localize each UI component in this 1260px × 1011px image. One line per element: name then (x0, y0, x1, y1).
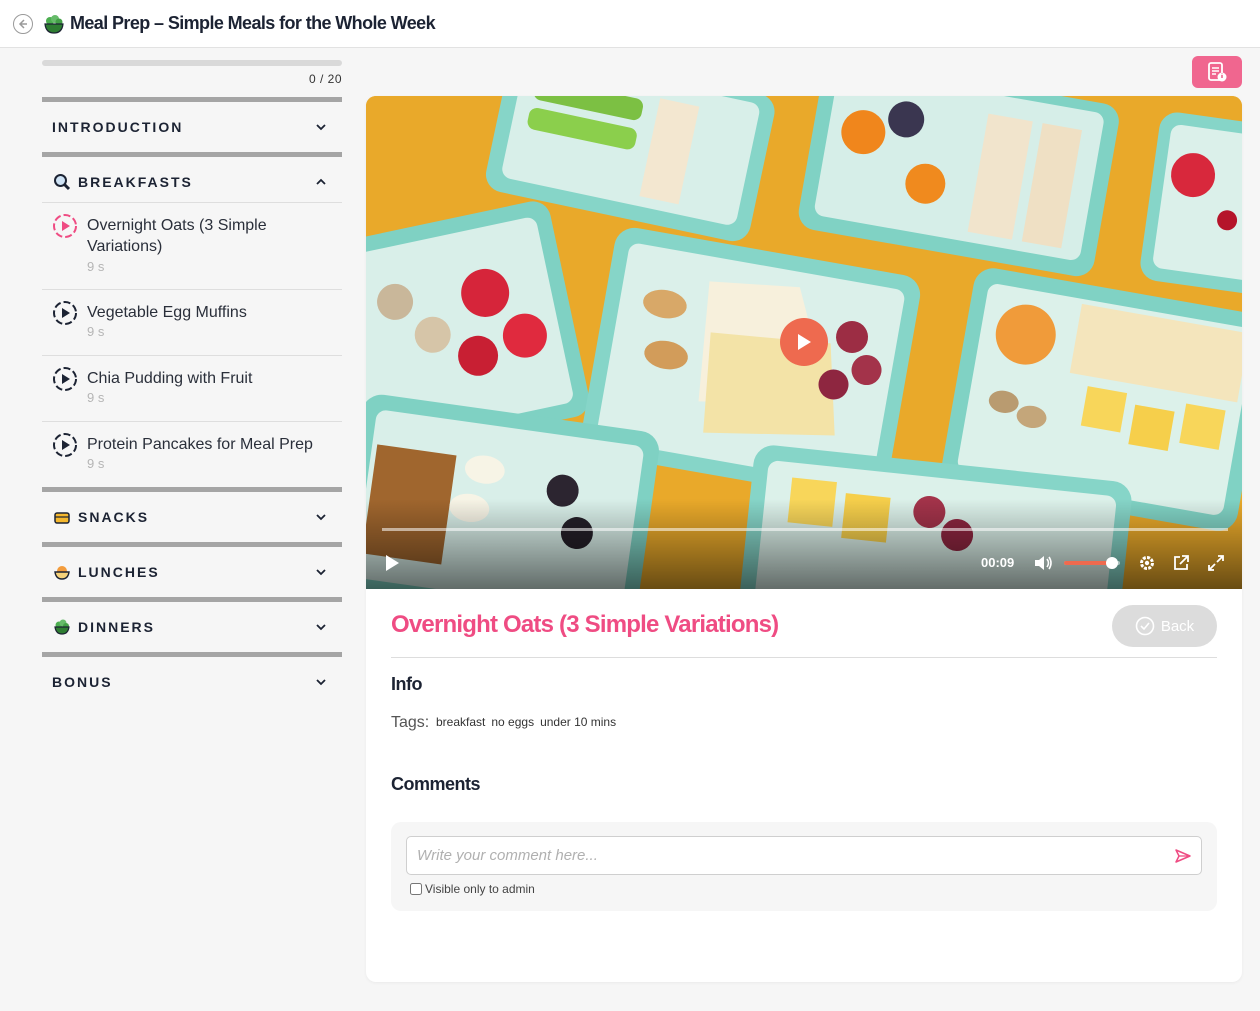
lunchbox-icon (52, 507, 72, 527)
course-progress-bar (42, 60, 342, 66)
big-play-button[interactable] (780, 318, 828, 366)
chevron-down-icon (316, 679, 326, 686)
section-title: BONUS (52, 674, 113, 690)
chevron-down-icon (316, 514, 326, 521)
section-lunches: LUNCHES (42, 542, 342, 597)
play-icon (386, 555, 399, 571)
chevron-down-icon (316, 124, 326, 131)
salad-bowl-icon (52, 617, 72, 637)
section-header-snacks[interactable]: SNACKS (42, 492, 342, 542)
play-button[interactable] (383, 551, 401, 575)
section-header-dinners[interactable]: DINNERS (42, 602, 342, 652)
volume-button[interactable] (1032, 551, 1054, 575)
lesson-duration: 9 s (87, 259, 105, 274)
volume-icon (1035, 556, 1052, 570)
section-header-introduction[interactable]: INTRODUCTION (42, 102, 342, 152)
lesson-title: Vegetable Egg Muffins (87, 304, 247, 321)
notes-info-icon (1208, 62, 1227, 82)
settings-button[interactable] (1137, 551, 1157, 575)
video-player[interactable]: 00:09 (366, 96, 1242, 589)
volume-knob[interactable] (1105, 557, 1118, 569)
popout-button[interactable] (1171, 551, 1191, 575)
lesson-title: Protein Pancakes for Meal Prep (87, 436, 313, 453)
video-time: 00:09 (981, 555, 1015, 570)
play-progress-icon (53, 433, 77, 457)
section-title: SNACKS (78, 509, 150, 525)
magnifier-icon (52, 172, 72, 192)
expand-icon (1208, 555, 1224, 571)
lesson-heading: Overnight Oats (3 Simple Variations) (391, 611, 779, 638)
lesson-item-protein-pancakes[interactable]: Protein Pancakes for Meal Prep 9 s (42, 421, 342, 487)
bowl-icon (52, 562, 72, 582)
section-header-bonus[interactable]: BONUS (42, 657, 342, 707)
section-header-breakfasts[interactable]: BREAKFASTS (42, 157, 342, 207)
visible-only-admin-option[interactable]: Visible only to admin (410, 882, 535, 896)
tag-list: breakfast no eggs under 10 mins (436, 715, 616, 729)
back-button[interactable]: Back (1112, 605, 1217, 647)
volume-fill (1064, 561, 1112, 565)
lesson-item-egg-muffins[interactable]: Vegetable Egg Muffins 9 s (42, 289, 342, 355)
tags-label: Tags: (391, 714, 430, 731)
lesson-notes-button[interactable] (1192, 56, 1242, 88)
page-title: Meal Prep – Simple Meals for the Whole W… (70, 13, 436, 33)
lesson-duration: 9 s (87, 456, 105, 471)
comment-form: Visible only to admin (391, 822, 1217, 911)
section-breakfasts: BREAKFASTS (42, 152, 342, 207)
play-progress-icon (53, 367, 77, 391)
video-seek-bar[interactable] (382, 528, 1228, 531)
video-controls-gradient (366, 499, 1242, 589)
divider (391, 657, 1217, 658)
lesson-title: Chia Pudding with Fruit (87, 370, 253, 387)
section-dinners: DINNERS (42, 597, 342, 652)
section-title: DINNERS (78, 619, 156, 635)
chevron-up-icon (316, 178, 326, 185)
progress-count: 0 / 20 (308, 72, 342, 86)
section-bonus: BONUS (42, 652, 342, 707)
salad-bowl-icon (43, 13, 65, 35)
back-button-label: Back (1160, 617, 1195, 635)
tag[interactable]: under 10 mins (540, 715, 616, 729)
check-circle-icon (1135, 616, 1155, 636)
play-progress-icon (53, 214, 77, 238)
comments-heading: Comments (391, 774, 481, 794)
external-link-icon (1174, 555, 1189, 570)
send-icon[interactable] (1174, 847, 1192, 865)
gear-icon (1140, 556, 1154, 570)
info-heading: Info (391, 674, 423, 694)
comment-input[interactable] (406, 836, 1202, 875)
section-title: INTRODUCTION (52, 119, 184, 135)
section-title: LUNCHES (78, 564, 160, 580)
section-snacks: SNACKS (42, 487, 342, 542)
tag[interactable]: breakfast (436, 715, 485, 729)
section-header-lunches[interactable]: LUNCHES (42, 547, 342, 597)
section-title: BREAKFASTS (78, 174, 193, 190)
play-progress-icon (53, 301, 77, 325)
chevron-down-icon (316, 624, 326, 631)
play-icon (798, 334, 811, 350)
visible-only-admin-checkbox[interactable] (410, 883, 422, 895)
lesson-duration: 9 s (87, 324, 105, 339)
tag[interactable]: no eggs (491, 715, 534, 729)
fullscreen-button[interactable] (1206, 551, 1226, 575)
lesson-card: 00:09 Overnight Oats (3 Simple Variation… (366, 96, 1242, 982)
chevron-down-icon (316, 569, 326, 576)
back-arrow-icon[interactable] (13, 14, 33, 34)
lesson-title: Overnight Oats (3 Simple Variations) (87, 217, 267, 255)
top-bar: Meal Prep – Simple Meals for the Whole W… (0, 0, 1260, 48)
section-introduction: INTRODUCTION (42, 97, 342, 152)
visible-only-admin-label: Visible only to admin (425, 882, 535, 896)
lesson-item-overnight-oats[interactable]: Overnight Oats (3 Simple Variations) 9 s (42, 202, 342, 290)
lesson-duration: 9 s (87, 390, 105, 405)
lesson-item-chia-pudding[interactable]: Chia Pudding with Fruit 9 s (42, 355, 342, 421)
